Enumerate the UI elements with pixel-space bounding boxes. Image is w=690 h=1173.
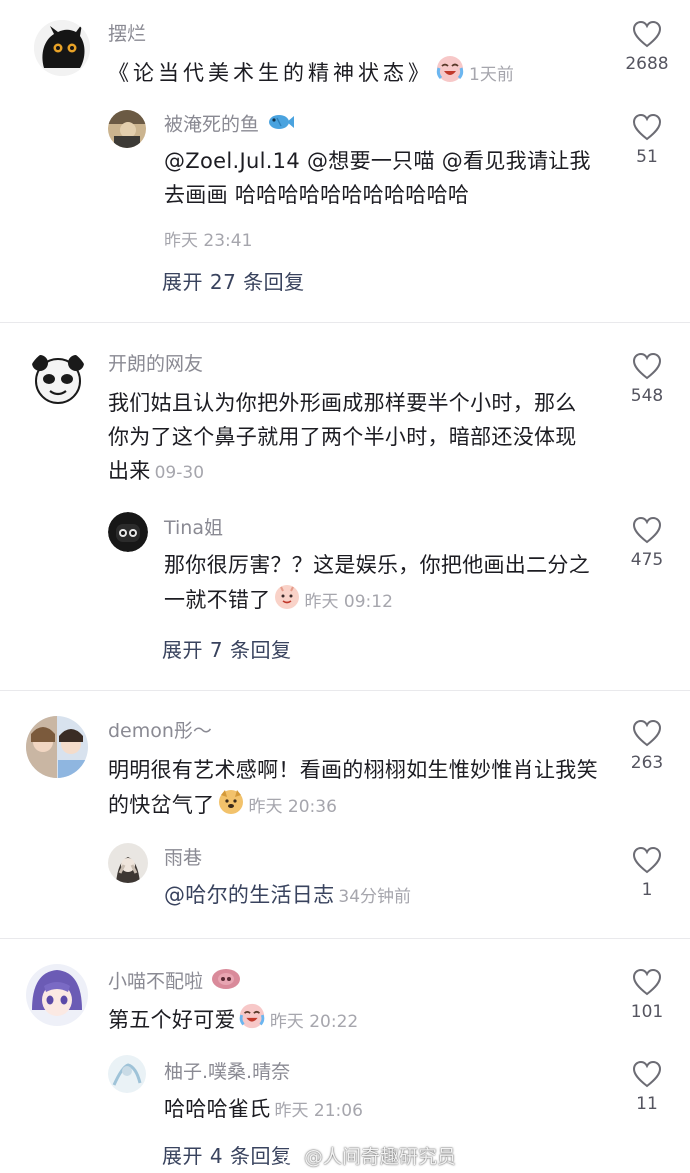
reply-like-button[interactable]: 1 <box>607 846 687 900</box>
comment-body: 第五个好可爱 <box>108 1008 236 1032</box>
avatar[interactable] <box>26 964 88 1026</box>
divider <box>0 690 690 691</box>
comment-body: 明明很有艺术感啊！看画的栩栩如生惟妙惟肖让我笑的快岔气了 <box>108 758 598 817</box>
like-count: 1 <box>641 880 653 900</box>
comment-text: 《论当代美术生的精神状态》 1天前 <box>108 54 608 94</box>
comment-body: 《论当代美术生的精神状态》 <box>108 61 433 85</box>
reply-text: 那你很厉害？？这是娱乐，你把他画出二分之一就不错了 昨天 09:12 <box>164 548 596 620</box>
comment-time: 09-30 <box>154 463 205 483</box>
reply-time: 34分钟前 <box>338 887 412 907</box>
dog-emoji-icon <box>217 787 245 825</box>
comment-time: 昨天 20:22 <box>269 1012 359 1032</box>
reply-body[interactable]: @哈尔的生活日志 <box>164 883 334 907</box>
fish-emoji-icon <box>267 112 295 138</box>
heart-icon[interactable] <box>607 968 687 996</box>
like-count: 548 <box>630 386 664 406</box>
reply-avatar[interactable] <box>108 1055 146 1093</box>
weibo-logo-icon <box>282 1148 302 1168</box>
like-button[interactable]: 101 <box>607 968 687 1022</box>
comment-username[interactable]: 摆烂 <box>108 22 146 46</box>
expand-replies-button[interactable]: 展开 27 条回复 <box>162 266 305 295</box>
watermark-text: @人间奇趣研究员 <box>304 1146 457 1168</box>
reply-text: 哈哈哈雀氏 昨天 21:06 <box>164 1092 594 1128</box>
comment-text: 我们姑且认为你把外形画成那样要半个小时，那么你为了这个鼻子就用了两个半小时，暗部… <box>108 386 594 490</box>
heart-icon[interactable] <box>607 846 687 874</box>
reply-username[interactable]: 被淹死的鱼 <box>164 112 295 138</box>
avatar[interactable] <box>28 349 88 409</box>
like-count: 475 <box>630 550 664 570</box>
reply-username[interactable]: Tina姐 <box>164 516 223 540</box>
like-count: 11 <box>636 1094 658 1114</box>
crying-laugh-emoji-icon <box>238 1002 266 1040</box>
reply-text: @Zoel.Jul.14 @想要一只喵 @看见我请让我去画画 哈哈哈哈哈哈哈哈哈… <box>164 149 591 207</box>
heart-icon[interactable] <box>607 1060 687 1088</box>
like-count: 263 <box>630 753 664 773</box>
avatar[interactable] <box>34 20 90 76</box>
reply-avatar[interactable] <box>108 110 146 148</box>
like-button[interactable]: 263 <box>607 719 687 773</box>
comment-time: 昨天 20:36 <box>248 797 337 817</box>
reply-body: 哈哈哈雀氏 <box>164 1097 271 1121</box>
heart-icon[interactable] <box>607 113 687 141</box>
reply-avatar[interactable] <box>108 843 148 883</box>
reply-username[interactable]: 柚子.噗桑.晴奈 <box>164 1060 290 1084</box>
like-count: 101 <box>630 1002 664 1022</box>
heart-icon[interactable] <box>607 352 687 380</box>
like-button[interactable]: 548 <box>607 352 687 406</box>
expand-replies-button[interactable]: 展开 7 条回复 <box>162 634 291 663</box>
avatar[interactable] <box>26 716 88 778</box>
heart-icon[interactable] <box>607 20 687 48</box>
pig-nose-emoji-icon <box>211 968 241 996</box>
like-button[interactable]: 2688 <box>607 20 687 74</box>
reply-like-button[interactable]: 475 <box>607 516 687 570</box>
comment-username[interactable]: 开朗的网友 <box>108 352 203 376</box>
comment-time: 1天前 <box>469 65 514 85</box>
reply-time: 昨天 23:41 <box>164 231 253 251</box>
heart-icon[interactable] <box>607 719 687 747</box>
heart-icon[interactable] <box>607 516 687 544</box>
reply-username[interactable]: 雨巷 <box>164 846 202 870</box>
reply-like-button[interactable]: 11 <box>607 1060 687 1114</box>
reply-username-text[interactable]: 被淹死的鱼 <box>164 114 259 136</box>
comment-username[interactable]: demon彤～ <box>108 719 212 743</box>
like-count: 51 <box>636 147 658 167</box>
comment-text: 第五个好可爱 昨天 20:22 <box>108 1002 598 1040</box>
like-count: 2688 <box>625 54 669 74</box>
reply-like-button[interactable]: 51 <box>607 113 687 167</box>
comment-username-text[interactable]: 小喵不配啦 <box>108 971 203 993</box>
smile-pig-emoji-icon <box>273 582 301 620</box>
reply-text: @哈尔的生活日志 34分钟前 <box>164 878 594 914</box>
reply-time: 昨天 09:12 <box>304 592 393 612</box>
divider <box>0 322 690 323</box>
comment-username[interactable]: 小喵不配啦 <box>108 968 241 996</box>
reply-time: 昨天 21:06 <box>274 1101 363 1121</box>
crying-laugh-emoji-icon <box>435 54 465 94</box>
comment-text: 明明很有艺术感啊！看画的栩栩如生惟妙惟肖让我笑的快岔气了 昨天 20:36 <box>108 753 598 825</box>
divider <box>0 938 690 939</box>
reply-avatar[interactable] <box>108 512 148 552</box>
expand-replies-button[interactable]: 展开 4 条回复 <box>162 1140 291 1169</box>
watermark: @人间奇趣研究员 <box>282 1142 456 1169</box>
